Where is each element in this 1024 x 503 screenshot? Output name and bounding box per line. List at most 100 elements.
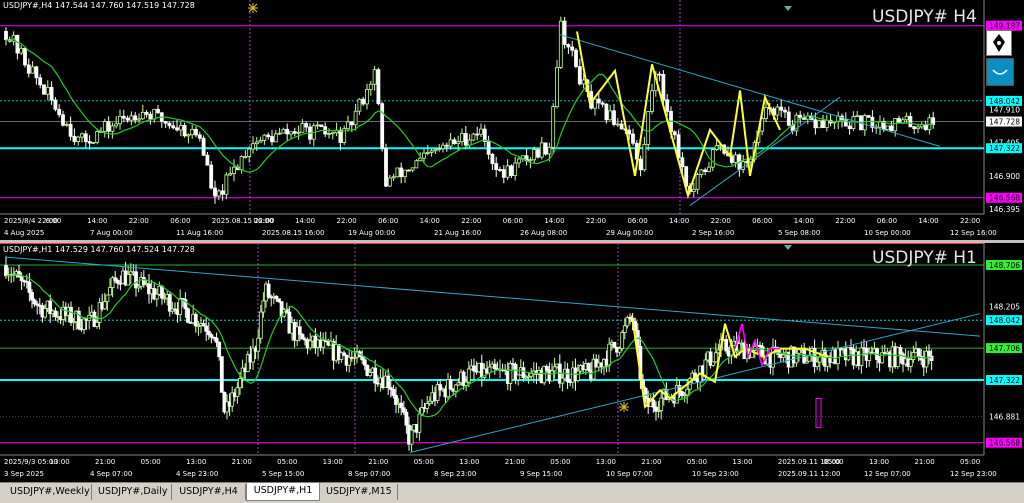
h4-candle — [410, 167, 415, 171]
h1-candle — [560, 377, 565, 384]
h1-candle — [30, 292, 34, 301]
h4-time-label-7: 14:00 — [295, 217, 315, 225]
h1-time-label-2: 21:00 — [95, 458, 115, 466]
h1-candle — [425, 403, 430, 409]
h4-candle — [460, 133, 464, 143]
h4-candle — [824, 119, 829, 128]
h1-candle — [908, 359, 913, 367]
h4-candle — [574, 49, 578, 67]
h1-time-label-19: 13:00 — [869, 458, 889, 466]
h4-candle — [691, 188, 696, 193]
h4-candle — [26, 64, 31, 74]
h1-candle — [102, 301, 107, 310]
h1-date-label-11: 12 Sep 23:00 — [950, 470, 997, 478]
h4-candle — [703, 169, 708, 173]
smile-icon[interactable] — [986, 58, 1014, 86]
h4-candle — [167, 122, 172, 127]
h4-candle — [140, 111, 145, 120]
crosshair-marker-icon — [248, 3, 258, 13]
h4-time-label-14: 22:00 — [586, 217, 606, 225]
h4-candle — [186, 134, 191, 137]
h1-candle — [651, 399, 656, 408]
h4-time-label-15: 06:00 — [627, 217, 647, 225]
h4-time-label-8: 22:00 — [337, 217, 357, 225]
h1-date-label-2: 4 Sep 23:00 — [176, 470, 218, 478]
h1-candle — [258, 311, 263, 339]
h4-time-label-19: 14:00 — [794, 217, 814, 225]
h4-candle — [61, 114, 65, 126]
h4-candle — [391, 176, 396, 179]
h1-candle — [193, 313, 198, 327]
h4-candle — [893, 118, 898, 132]
h1-candle — [362, 359, 367, 366]
h1-chart-pane[interactable]: 148.706 148.205 148.042 147.706 147.322 146.8… — [0, 243, 1024, 482]
h4-candle — [627, 129, 632, 135]
h4-candle — [23, 47, 27, 66]
h4-candle — [114, 123, 119, 127]
tab-weekly[interactable]: USDJPY#,Weekly — [4, 484, 92, 500]
h4-header: USDJPY#,H4 147.544 147.760 147.519 147.7… — [3, 1, 195, 10]
h1-date-label-8: 10 Sep 23:00 — [692, 470, 739, 478]
tab-m15[interactable]: USDJPY#,M15 — [320, 484, 398, 500]
h4-watermark: USDJPY# H4 — [872, 7, 977, 27]
h4-candle — [19, 47, 24, 54]
h4-candle — [646, 111, 651, 145]
h1-candle — [836, 347, 840, 365]
h1-time-label-21: 05:00 — [960, 458, 980, 466]
h1-price-label-5: 146.881 — [989, 413, 1020, 422]
h4-candle — [642, 143, 647, 171]
h1-crosshair-marker-icon — [619, 402, 629, 412]
h4-candle — [281, 128, 286, 134]
h1-price-label-0: 148.706 — [989, 261, 1020, 270]
h4-date-label-9: 5 Sep 08:00 — [778, 229, 820, 237]
h1-candle — [300, 333, 305, 340]
h4-date-label-1: 7 Aug 00:00 — [90, 229, 133, 237]
h4-candle — [338, 129, 343, 143]
h1-candle — [238, 378, 242, 389]
h1-time-label-7: 13:00 — [323, 458, 343, 466]
h1-date-label-9: 2025.09.11 12:00 — [778, 470, 840, 478]
h4-candle — [479, 128, 483, 135]
h4-time-label-22: 14:00 — [918, 217, 938, 225]
h4-candle — [452, 139, 457, 145]
tab-h4[interactable]: USDJPY#,H4 — [172, 484, 246, 500]
h4-candle — [125, 117, 130, 121]
h4-candle — [916, 126, 920, 130]
h1-candle — [453, 384, 458, 392]
h4-candle — [764, 107, 768, 120]
h4-candle — [425, 152, 430, 154]
h1-candle — [108, 287, 112, 296]
h1-time-label-12: 05:00 — [550, 458, 570, 466]
h4-price-label-8: 146.395 — [989, 205, 1020, 214]
h4-candle — [528, 159, 533, 162]
h1-time-label-18: 05:00 — [823, 458, 843, 466]
h4-time-label-17: 22:00 — [711, 217, 731, 225]
h4-time-label-10: 14:00 — [420, 217, 440, 225]
h4-candle — [612, 110, 616, 125]
h4-candle — [163, 121, 168, 124]
h1-candle — [617, 348, 622, 353]
h4-time-label-20: 22:00 — [835, 217, 855, 225]
h4-candle — [608, 110, 613, 121]
h4-candle — [42, 84, 46, 95]
tab-daily[interactable]: USDJPY#,Daily — [92, 484, 172, 500]
pen-nib-icon[interactable] — [986, 30, 1012, 56]
h4-candle — [456, 141, 461, 145]
h4-candle — [315, 124, 320, 127]
h1-date-label-5: 8 Sep 23:00 — [434, 470, 476, 478]
h4-candle — [285, 128, 290, 135]
h4-time-label-12: 06:00 — [503, 217, 523, 225]
h4-chart-pane[interactable]: 149.187148.042147.910147.728147.405147.3… — [0, 0, 1024, 240]
h1-candle — [360, 356, 365, 361]
h1-candle — [586, 363, 591, 371]
h1-candle — [214, 337, 219, 343]
h1-candle — [19, 276, 24, 282]
h4-candle — [912, 126, 917, 130]
h1-time-label-11: 21:00 — [505, 458, 525, 466]
h4-candle — [813, 119, 818, 129]
h4-candle — [110, 125, 115, 132]
h4-candle — [463, 133, 468, 146]
h4-candle — [657, 73, 662, 76]
h4-candle — [779, 106, 784, 111]
tab-h1[interactable]: USDJPY#,H1 — [246, 483, 320, 501]
